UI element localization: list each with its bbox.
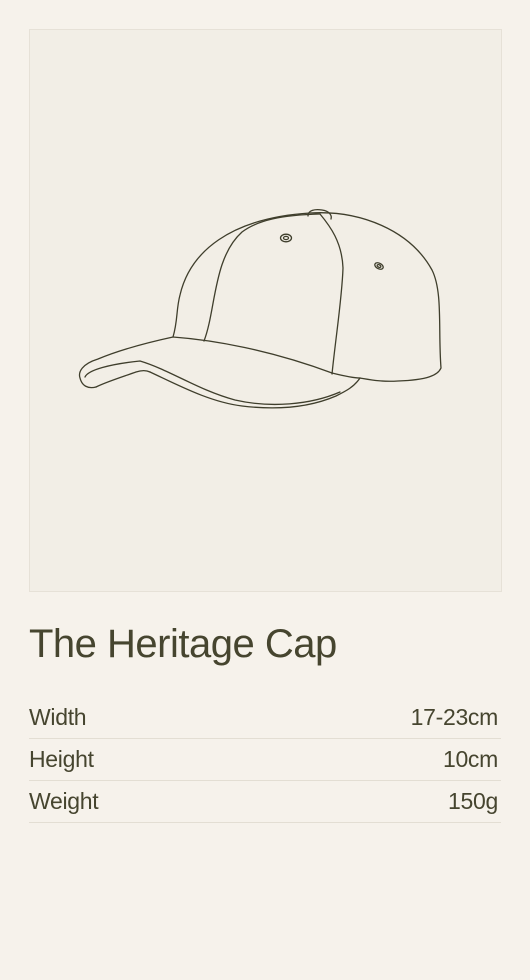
spec-row-width: Width 17-23cm	[29, 697, 501, 739]
spec-row-weight: Weight 150g	[29, 781, 501, 823]
spec-value: 17-23cm	[410, 704, 499, 730]
spec-row-height: Height 10cm	[29, 739, 501, 781]
spec-label: Height	[29, 746, 94, 772]
product-image	[29, 29, 502, 592]
spec-value: 10cm	[442, 746, 498, 772]
spec-label: Width	[29, 704, 87, 730]
spec-value: 150g	[448, 788, 498, 814]
cap-illustration-icon	[78, 209, 442, 409]
product-title: The Heritage Cap	[29, 622, 337, 666]
spec-list: Width 17-23cm Height 10cm Weight 150g	[29, 697, 501, 823]
spec-label: Weight	[29, 788, 99, 814]
